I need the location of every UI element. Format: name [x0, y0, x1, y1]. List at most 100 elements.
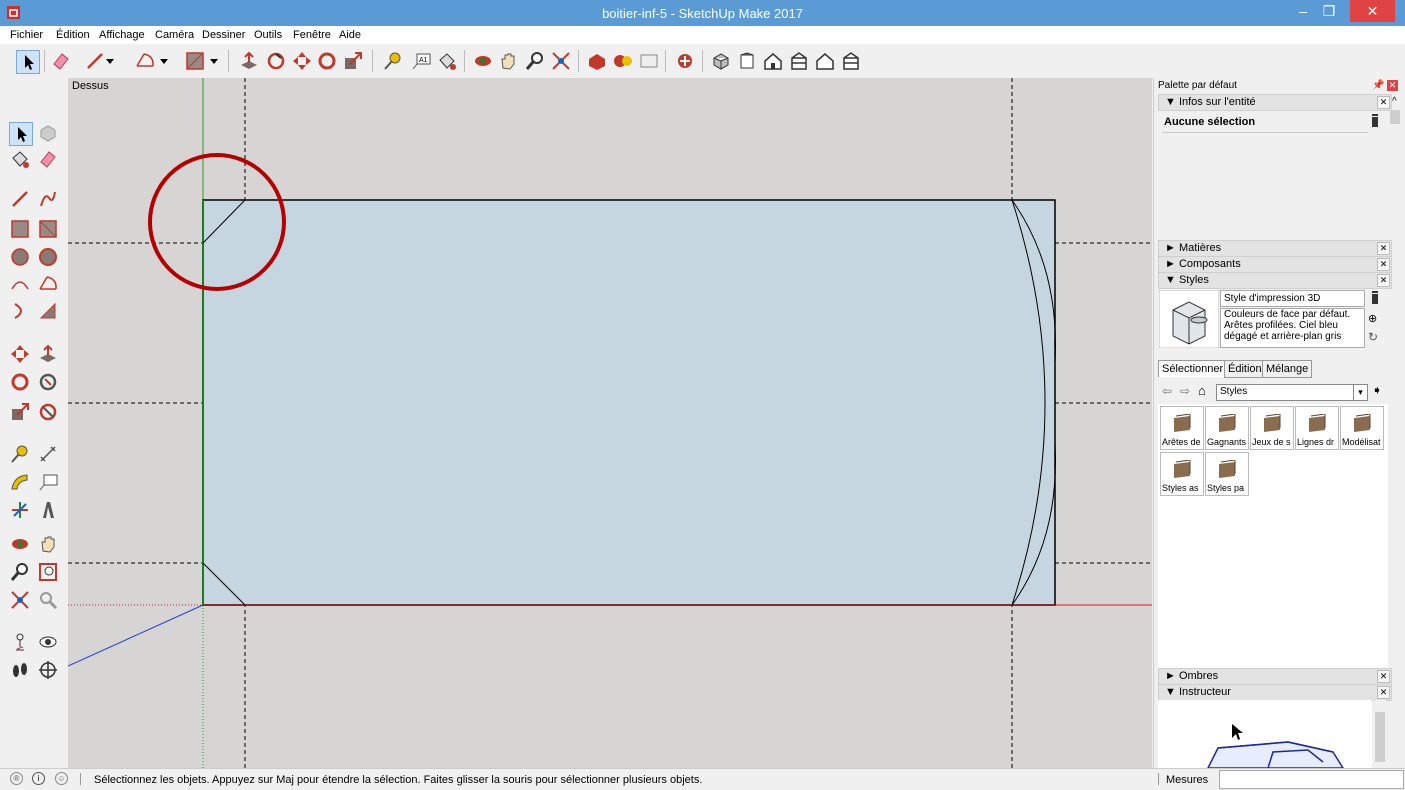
- make-component-icon[interactable]: [37, 122, 59, 144]
- measures-field[interactable]: [1219, 770, 1404, 789]
- previous-view-icon[interactable]: [37, 589, 59, 611]
- orbit-tool-icon[interactable]: [9, 533, 31, 555]
- paint-bucket-tool-icon[interactable]: [9, 148, 31, 170]
- menu-aide[interactable]: Aide: [339, 29, 361, 41]
- eraser-tool-icon[interactable]: [37, 148, 59, 170]
- polygon-tool-icon[interactable]: [37, 246, 59, 268]
- style-folder[interactable]: Modélisat: [1340, 406, 1384, 450]
- select-tool-icon[interactable]: [9, 122, 33, 146]
- style-folder[interactable]: Gagnants: [1205, 406, 1249, 450]
- position-camera-icon[interactable]: [9, 631, 31, 653]
- styles-header[interactable]: ▼ Styles ✕: [1158, 272, 1392, 289]
- pin-icon[interactable]: 📌: [1372, 80, 1384, 91]
- arc-tool-icon[interactable]: [134, 50, 156, 72]
- menu-affichage[interactable]: Affichage: [99, 29, 145, 41]
- pan-tool-icon[interactable]: [497, 50, 519, 72]
- menu-fenetre[interactable]: Fenêtre: [293, 29, 331, 41]
- materials-header[interactable]: ► Matières ✕: [1158, 240, 1392, 257]
- top-view-icon[interactable]: [736, 50, 758, 72]
- menu-fichier[interactable]: Fichier: [10, 29, 43, 41]
- back-arrow-icon[interactable]: ⇦: [1162, 384, 1172, 398]
- rectangle-tool-icon[interactable]: [184, 50, 206, 72]
- line-dropdown-arrow-icon[interactable]: [104, 50, 116, 72]
- section-plane-icon[interactable]: [37, 659, 59, 681]
- arc-tool-icon[interactable]: [9, 273, 31, 295]
- circle-tool-icon[interactable]: [9, 246, 31, 268]
- menu-camera[interactable]: Caméra: [155, 29, 194, 41]
- home-icon[interactable]: ⌂: [1198, 383, 1206, 398]
- line-tool-icon[interactable]: [9, 188, 31, 210]
- scroll-up-icon[interactable]: ^: [1392, 96, 1397, 107]
- protractor-tool-icon[interactable]: [9, 471, 31, 493]
- geo-location-icon[interactable]: ®: [10, 772, 23, 785]
- restore-button[interactable]: ❐: [1316, 0, 1342, 22]
- shadows-close-icon[interactable]: ✕: [1377, 670, 1390, 683]
- scale-tool-icon[interactable]: [342, 50, 364, 72]
- zoom-tool-icon[interactable]: [524, 50, 546, 72]
- detail-toggle-icon[interactable]: [1370, 291, 1380, 305]
- rotated-rectangle-tool-icon[interactable]: [37, 218, 59, 240]
- shadows-header[interactable]: ► Ombres ✕: [1158, 668, 1392, 685]
- text-tool-icon[interactable]: [37, 471, 59, 493]
- close-button[interactable]: ✕: [1350, 0, 1395, 22]
- detail-toggle-icon[interactable]: [1370, 114, 1380, 128]
- 3d-text-tool-icon[interactable]: [37, 499, 59, 521]
- text-tool-icon[interactable]: A1: [410, 50, 432, 72]
- front-view-icon[interactable]: [762, 50, 784, 72]
- line-tool-icon[interactable]: [84, 50, 106, 72]
- orbit-tool-icon[interactable]: [472, 50, 494, 72]
- tape-measure-tool-icon[interactable]: [382, 50, 404, 72]
- details-arrow-icon[interactable]: ➧: [1372, 383, 1382, 397]
- panel-scrollbar-thumb[interactable]: [1390, 110, 1400, 124]
- pan-tool-icon[interactable]: [37, 533, 59, 555]
- pie-tool-icon[interactable]: [37, 300, 59, 322]
- two-point-arc-tool-icon[interactable]: [37, 273, 59, 295]
- tab-selectionner[interactable]: Sélectionner: [1158, 360, 1228, 377]
- zoom-tool-icon[interactable]: [9, 561, 31, 583]
- freehand-tool-icon[interactable]: [37, 188, 59, 210]
- zoom-extents-tool-icon[interactable]: [9, 589, 31, 611]
- dimension-tool-icon[interactable]: [37, 443, 59, 465]
- instructor-scrollbar[interactable]: [1374, 700, 1386, 768]
- follow-me-tool-icon[interactable]: [37, 371, 59, 393]
- share-model-icon[interactable]: [638, 50, 660, 72]
- menu-edition[interactable]: Édition: [56, 29, 90, 41]
- offset-tool-icon[interactable]: [37, 401, 59, 423]
- arc-dropdown-arrow-icon[interactable]: [158, 50, 170, 72]
- rectangle-tool-icon[interactable]: [9, 218, 31, 240]
- menu-dessiner[interactable]: Dessiner: [202, 29, 245, 41]
- instructor-scrollbar-thumb[interactable]: [1375, 712, 1385, 762]
- walk-tool-icon[interactable]: [9, 659, 31, 681]
- entity-info-header[interactable]: ▼ Infos sur l'entité ✕: [1158, 94, 1392, 111]
- style-name-field[interactable]: Style d'impression 3D: [1220, 290, 1365, 307]
- chevron-down-icon[interactable]: ▾: [1353, 385, 1367, 400]
- back-view-icon[interactable]: [814, 50, 836, 72]
- eraser-tool-icon[interactable]: [50, 50, 72, 72]
- materials-close-icon[interactable]: ✕: [1377, 242, 1390, 255]
- style-folder[interactable]: Jeux de s: [1250, 406, 1294, 450]
- forward-arrow-icon[interactable]: ⇨: [1180, 384, 1190, 398]
- follow-me-tool-icon[interactable]: [265, 50, 287, 72]
- instructor-close-icon[interactable]: ✕: [1377, 686, 1390, 699]
- update-style-icon[interactable]: ↻: [1368, 330, 1378, 344]
- tab-edition[interactable]: Édition: [1224, 360, 1266, 378]
- rotate-tool-icon[interactable]: [316, 50, 338, 72]
- entity-info-close-icon[interactable]: ✕: [1377, 96, 1390, 109]
- select-tool-icon[interactable]: [16, 50, 40, 74]
- style-folder[interactable]: Styles pa: [1205, 452, 1249, 496]
- iso-view-icon[interactable]: [710, 50, 732, 72]
- axes-tool-icon[interactable]: [9, 499, 31, 521]
- left-view-icon[interactable]: [840, 50, 862, 72]
- paint-bucket-tool-icon[interactable]: [436, 50, 458, 72]
- components-close-icon[interactable]: ✕: [1377, 258, 1390, 271]
- move-tool-icon[interactable]: [291, 50, 313, 72]
- sign-in-icon[interactable]: ☺: [55, 772, 68, 785]
- 3d-warehouse-icon[interactable]: [586, 50, 608, 72]
- rotate-tool-icon[interactable]: [9, 371, 31, 393]
- extension-manager-icon[interactable]: [674, 50, 696, 72]
- look-around-icon[interactable]: [37, 631, 59, 653]
- zoom-extents-tool-icon[interactable]: [550, 50, 572, 72]
- menu-outils[interactable]: Outils: [254, 29, 282, 41]
- credits-icon[interactable]: i: [32, 772, 45, 785]
- styles-close-icon[interactable]: ✕: [1377, 274, 1390, 287]
